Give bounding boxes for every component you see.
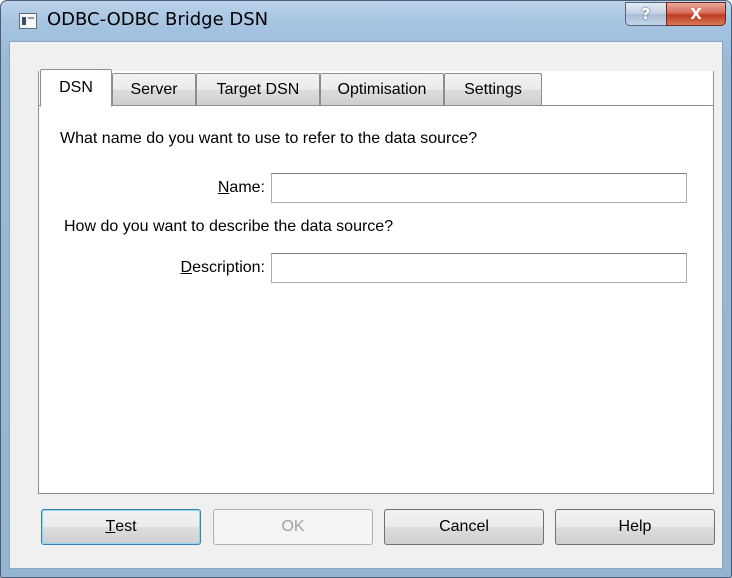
ok-label: OK — [281, 518, 305, 535]
window-title: ODBC-ODBC Bridge DSN — [47, 9, 269, 30]
tab-label: Target DSN — [216, 80, 300, 98]
app-window-icon — [19, 13, 37, 29]
close-icon: X — [690, 5, 702, 23]
tab-label: Settings — [464, 80, 522, 98]
name-label: Name: — [140, 179, 265, 197]
tab-settings[interactable]: Settings — [444, 73, 542, 105]
name-input[interactable] — [271, 173, 687, 203]
description-label: Description: — [120, 259, 265, 277]
help-button[interactable]: Help — [555, 509, 715, 545]
help-label: Help — [618, 518, 652, 535]
description-label-mnemonic: D — [180, 259, 193, 276]
name-prompt: What name do you want to use to refer to… — [60, 130, 478, 147]
test-label-rest: est — [115, 518, 137, 535]
ok-button[interactable]: OK — [213, 509, 373, 545]
tab-dsn[interactable]: DSN — [40, 69, 112, 107]
tab-target-dsn[interactable]: Target DSN — [196, 73, 320, 105]
tab-optimisation[interactable]: Optimisation — [320, 73, 444, 105]
title-bar[interactable]: ODBC-ODBC Bridge DSN ? X — [1, 1, 731, 41]
name-label-rest: ame: — [229, 179, 265, 196]
panel-top-border — [112, 105, 714, 106]
cancel-button[interactable]: Cancel — [384, 509, 544, 545]
description-prompt: How do you want to describe the data sou… — [64, 218, 394, 235]
name-label-mnemonic: N — [217, 179, 230, 196]
tab-server[interactable]: Server — [112, 73, 196, 105]
question-mark-icon: ? — [641, 5, 651, 23]
test-button[interactable]: Test — [41, 509, 201, 545]
tab-label: DSN — [59, 79, 93, 96]
description-input[interactable] — [271, 253, 687, 283]
cancel-label: Cancel — [439, 518, 489, 535]
tab-label: Optimisation — [337, 80, 427, 98]
title-help-button[interactable]: ? — [625, 2, 667, 26]
test-mnemonic: T — [105, 518, 116, 535]
close-button[interactable]: X — [666, 2, 726, 26]
tab-label: Server — [130, 80, 178, 98]
description-label-rest: escription: — [192, 259, 265, 276]
